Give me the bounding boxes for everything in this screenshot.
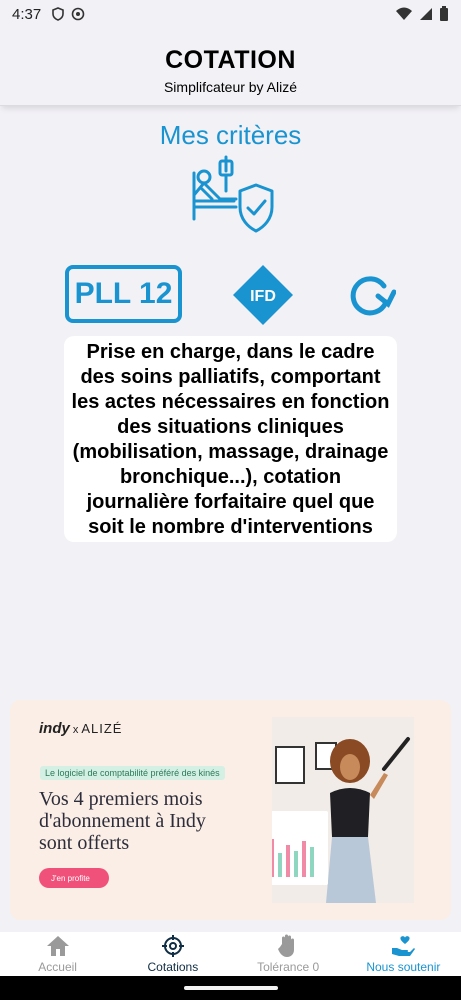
ad-illustration — [244, 717, 414, 903]
nav-home-label: Accueil — [38, 960, 77, 974]
nav-tolerance[interactable]: Tolérance 0 — [231, 932, 346, 976]
ad-logo-x: x — [72, 724, 79, 736]
ad-banner[interactable]: indy x ALIZÉ Le logiciel de comptabilité p… — [10, 700, 451, 920]
system-gesture-bar — [0, 976, 461, 1000]
ad-cta-button[interactable]: J'en profite — [39, 868, 109, 888]
app-header: COTATION Simplifcateur by Alizé — [0, 28, 461, 106]
ad-logo-partner: ALIZÉ — [81, 721, 123, 736]
nav-home[interactable]: Accueil — [0, 932, 115, 976]
criteria-title: Mes critères — [159, 120, 302, 150]
act-code-badge: PLL 12 — [65, 265, 182, 323]
ad-tag: Le logiciel de comptabilité préféré des … — [40, 766, 225, 780]
ad-headline: Vos 4 premiers mois d'abonnement à Indy … — [39, 788, 206, 854]
shield-status-icon — [52, 7, 65, 21]
status-time: 4:37 — [12, 5, 42, 23]
act-description: Prise en charge, dans le cadre des soins… — [64, 336, 397, 542]
battery-icon — [440, 6, 448, 21]
refresh-icon[interactable] — [344, 274, 396, 318]
face-status-icon — [71, 7, 85, 21]
nav-cotations[interactable]: Cotations — [115, 932, 230, 976]
ifd-icon: IFD — [233, 265, 293, 325]
ad-logo: indy x ALIZÉ — [39, 720, 122, 737]
nav-tolerance-label: Tolérance 0 — [257, 960, 320, 974]
signal-icon — [420, 8, 432, 20]
heart-hand-icon — [392, 936, 416, 956]
ifd-label: IFD — [250, 288, 276, 305]
gesture-pill[interactable] — [184, 986, 278, 990]
hand-icon — [278, 934, 295, 957]
page-title: COTATION — [165, 46, 296, 74]
ad-photo — [244, 717, 414, 903]
bottom-nav: Accueil Cotations Tolérance 0 Nous soute… — [0, 932, 461, 976]
status-bar: 4:37 — [0, 0, 461, 28]
crosshair-icon — [161, 935, 184, 957]
ad-logo-brand: indy — [39, 720, 70, 737]
home-icon — [46, 936, 69, 956]
nav-support-label: Nous soutenir — [366, 960, 441, 974]
page-subtitle: Simplifcateur by Alizé — [163, 79, 298, 95]
nav-cotations-label: Cotations — [147, 960, 199, 974]
nav-support[interactable]: Nous soutenir — [346, 932, 461, 976]
wifi-icon — [396, 7, 412, 20]
status-right — [395, 6, 449, 22]
patient-bed-shield-icon — [192, 155, 274, 233]
